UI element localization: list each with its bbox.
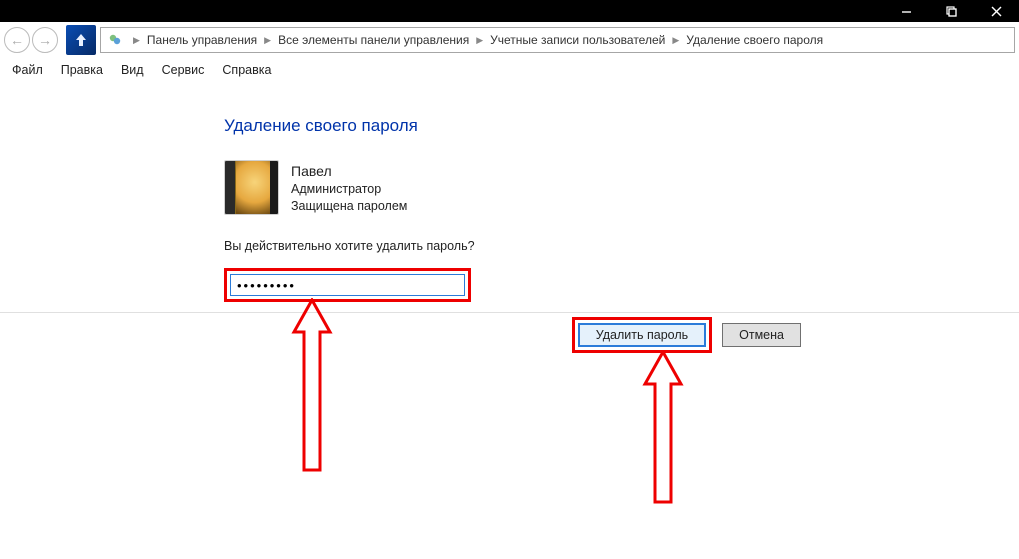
titlebar — [0, 0, 1019, 22]
annotation-arrow-icon — [641, 350, 685, 510]
annotation-arrow-icon — [290, 298, 334, 478]
breadcrumb-item[interactable]: Панель управления — [147, 33, 257, 47]
menu-edit[interactable]: Правка — [61, 63, 103, 77]
chevron-right-icon: ▶ — [672, 35, 679, 46]
menu-view[interactable]: Вид — [121, 63, 144, 77]
annotation-highlight-password — [224, 268, 471, 302]
page-title: Удаление своего пароля — [224, 116, 1019, 136]
user-info-row: Павел Администратор Защищена паролем — [224, 160, 1019, 215]
close-button[interactable] — [974, 0, 1019, 22]
menu-help[interactable]: Справка — [222, 63, 271, 77]
chevron-right-icon: ▶ — [133, 35, 140, 46]
up-button[interactable] — [66, 25, 96, 55]
breadcrumb-item[interactable]: Удаление своего пароля — [686, 33, 823, 47]
back-button[interactable]: ← — [4, 27, 30, 53]
chevron-right-icon: ▶ — [476, 35, 483, 46]
confirm-question: Вы действительно хотите удалить пароль? — [224, 239, 1019, 253]
navigation-row: ← → ▶ Панель управления ▶ Все элементы п… — [0, 22, 1019, 58]
menu-bar: Файл Правка Вид Сервис Справка — [0, 58, 1019, 82]
button-row: Удалить пароль Отмена — [572, 317, 801, 353]
user-accounts-icon — [107, 32, 123, 48]
maximize-button[interactable] — [929, 0, 974, 22]
horizontal-divider — [0, 312, 1019, 313]
password-input[interactable] — [230, 274, 465, 296]
menu-file[interactable]: Файл — [12, 63, 43, 77]
user-role: Администратор — [291, 181, 407, 198]
user-status: Защищена паролем — [291, 198, 407, 215]
breadcrumb-item[interactable]: Учетные записи пользователей — [490, 33, 665, 47]
avatar — [224, 160, 279, 215]
chevron-right-icon: ▶ — [264, 35, 271, 46]
menu-service[interactable]: Сервис — [162, 63, 205, 77]
minimize-button[interactable] — [884, 0, 929, 22]
delete-password-button[interactable]: Удалить пароль — [578, 323, 706, 347]
address-bar[interactable]: ▶ Панель управления ▶ Все элементы панел… — [100, 27, 1015, 53]
content-area: Удаление своего пароля Павел Администрат… — [0, 82, 1019, 302]
user-info-text: Павел Администратор Защищена паролем — [291, 160, 407, 215]
breadcrumb-item[interactable]: Все элементы панели управления — [278, 33, 469, 47]
forward-button[interactable]: → — [32, 27, 58, 53]
cancel-button[interactable]: Отмена — [722, 323, 801, 347]
annotation-highlight-delete: Удалить пароль — [572, 317, 712, 353]
user-name: Павел — [291, 162, 407, 181]
